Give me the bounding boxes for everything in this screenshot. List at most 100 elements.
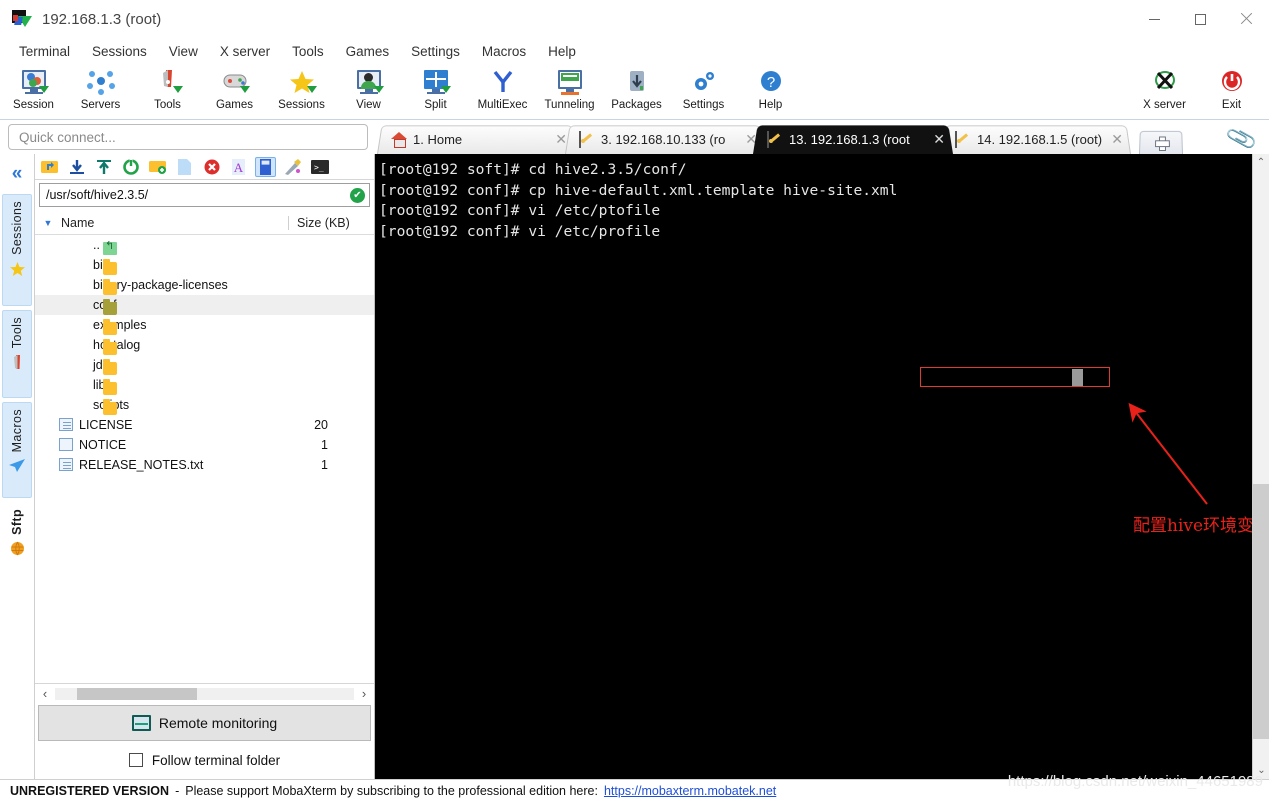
- menu-item-view[interactable]: View: [158, 42, 209, 61]
- help-question-icon: ?: [755, 69, 787, 97]
- menu-item-macros[interactable]: Macros: [471, 42, 537, 61]
- list-item[interactable]: hcatalog: [35, 335, 374, 355]
- swiss-knife-icon: [10, 354, 25, 374]
- tab-close-icon[interactable]: ✕: [1111, 131, 1123, 148]
- tab-label: 14. 192.168.1.5 (root): [977, 131, 1103, 147]
- file-list[interactable]: .. bin binary-package-licenses conf exam: [35, 235, 374, 683]
- remote-monitoring-button[interactable]: Remote monitoring: [38, 705, 371, 741]
- document-icon: [59, 458, 73, 471]
- column-header-size[interactable]: Size (KB): [288, 215, 374, 230]
- new-file-icon[interactable]: [174, 157, 195, 177]
- follow-terminal-folder-row[interactable]: Follow terminal folder: [35, 741, 374, 779]
- toolbar-servers-button[interactable]: Servers: [67, 66, 134, 111]
- sidebar-item-tools[interactable]: Tools: [2, 310, 32, 398]
- scrollbar-thumb[interactable]: [77, 687, 197, 700]
- vertical-scrollbar-thumb[interactable]: [1253, 484, 1269, 739]
- new-folder-icon[interactable]: [147, 157, 168, 177]
- terminal-panel[interactable]: [root@192 soft]# cd hive2.3.5/conf/ [roo…: [375, 154, 1269, 779]
- tab-close-icon[interactable]: ✕: [933, 131, 945, 148]
- list-item[interactable]: ..: [35, 235, 374, 255]
- annotation-arrow-icon: [1128, 402, 1208, 505]
- scroll-right-icon[interactable]: ›: [354, 686, 374, 701]
- toolbar-view-button[interactable]: View: [335, 66, 402, 111]
- quick-connect-input[interactable]: Quick connect...: [8, 124, 368, 150]
- mobaxterm-link[interactable]: https://mobaxterm.mobatek.net: [604, 784, 776, 798]
- toolbar-label: Tunneling: [544, 99, 595, 111]
- menu-item-x-server[interactable]: X server: [209, 42, 281, 61]
- toolbar-x-server-button[interactable]: X server: [1131, 66, 1198, 111]
- toolbar-packages-button[interactable]: Packages: [603, 66, 670, 111]
- toolbar-tools-button[interactable]: Tools: [134, 66, 201, 111]
- file-size: 20: [314, 418, 328, 432]
- list-item[interactable]: examples: [35, 315, 374, 335]
- tab-192-168-1-3[interactable]: 13. 192.168.1.3 (root ✕: [753, 124, 953, 154]
- refresh-icon[interactable]: [120, 157, 141, 177]
- path-bar[interactable]: /usr/soft/hive2.3.5/ ✔: [39, 183, 370, 207]
- open-terminal-icon[interactable]: >_: [309, 157, 330, 177]
- menu-item-games[interactable]: Games: [335, 42, 401, 61]
- add-tab-button[interactable]: [1139, 130, 1183, 154]
- terminal-vertical-scrollbar[interactable]: ⌃ ⌄: [1252, 154, 1269, 779]
- toolbar-sessions-button[interactable]: Sessions: [268, 66, 335, 111]
- list-item[interactable]: jdbc: [35, 355, 374, 375]
- menu-item-tools[interactable]: Tools: [281, 42, 335, 61]
- tab-home[interactable]: 1. Home ✕: [377, 124, 577, 154]
- toolbar-help-button[interactable]: ? Help: [737, 66, 804, 111]
- scroll-left-icon[interactable]: ‹: [35, 686, 55, 701]
- paperclip-icon[interactable]: 📎: [1224, 122, 1259, 156]
- terminal-line-1: [root@192 soft]# cd hive2.3.5/conf/: [379, 161, 687, 178]
- menu-bar: Terminal Sessions View X server Tools Ga…: [0, 38, 1269, 64]
- list-item[interactable]: LICENSE 20: [35, 415, 374, 435]
- column-header-name[interactable]: Name: [61, 216, 288, 230]
- menu-item-settings[interactable]: Settings: [400, 42, 471, 61]
- list-item[interactable]: RELEASE_NOTES.txt 1: [35, 455, 374, 475]
- file-name: RELEASE_NOTES.txt: [79, 458, 204, 472]
- file-browser-panel: A >_ /usr/soft/hive2.3.5/ ✔ ▼ Name Size …: [35, 154, 375, 779]
- minimize-button[interactable]: [1131, 0, 1177, 38]
- sidebar-item-sessions[interactable]: Sessions: [2, 194, 32, 306]
- menu-item-help[interactable]: Help: [537, 42, 587, 61]
- sort-arrow-icon[interactable]: ▼: [35, 218, 61, 228]
- sidebar-item-macros[interactable]: Macros: [2, 402, 32, 498]
- close-button[interactable]: [1223, 0, 1269, 38]
- list-item[interactable]: scripts: [35, 395, 374, 415]
- menu-item-sessions[interactable]: Sessions: [81, 42, 158, 61]
- text-mode-icon[interactable]: A: [228, 157, 249, 177]
- tab-192-168-10-133[interactable]: 3. 192.168.10.133 (ro ✕: [565, 124, 765, 154]
- download-icon[interactable]: [66, 157, 87, 177]
- upload-icon[interactable]: [93, 157, 114, 177]
- folder-icon: [103, 358, 117, 375]
- follow-terminal-folder-checkbox[interactable]: [128, 753, 143, 767]
- packages-icon: [621, 69, 653, 97]
- toolbar-split-button[interactable]: Split: [402, 66, 469, 111]
- toolbar-tunneling-button[interactable]: Tunneling: [536, 66, 603, 111]
- binary-mode-icon[interactable]: [255, 156, 276, 177]
- maximize-button[interactable]: [1177, 0, 1223, 38]
- left-rail: « Sessions Tools Macros Sftp: [0, 154, 35, 779]
- horizontal-scrollbar[interactable]: ‹ ›: [35, 683, 374, 703]
- go-up-icon[interactable]: [39, 157, 60, 177]
- toolbar-session-button[interactable]: Session: [0, 66, 67, 111]
- list-item[interactable]: lib: [35, 375, 374, 395]
- scrollbar-track[interactable]: [55, 687, 354, 700]
- menu-item-terminal[interactable]: Terminal: [8, 42, 81, 61]
- multiexec-icon: [487, 69, 519, 97]
- sidebar-item-sftp[interactable]: Sftp: [2, 502, 32, 578]
- collapse-sidebar-button[interactable]: «: [0, 154, 34, 194]
- toolbar-label: Packages: [611, 99, 662, 111]
- toolbar-settings-button[interactable]: Settings: [670, 66, 737, 111]
- list-item[interactable]: binary-package-licenses: [35, 275, 374, 295]
- tab-192-168-1-5[interactable]: 14. 192.168.1.5 (root) ✕: [941, 124, 1131, 154]
- edit-magic-icon[interactable]: [282, 157, 303, 177]
- title-bar: 192.168.1.3 (root): [0, 0, 1269, 38]
- list-item[interactable]: conf: [35, 295, 374, 315]
- toolbar-label: Sessions: [278, 99, 325, 111]
- toolbar-multiexec-button[interactable]: MultiExec: [469, 66, 536, 111]
- list-item[interactable]: bin: [35, 255, 374, 275]
- scroll-up-icon[interactable]: ⌃: [1253, 154, 1269, 171]
- folder-icon: [103, 258, 117, 275]
- toolbar-exit-button[interactable]: Exit: [1198, 66, 1265, 111]
- toolbar-games-button[interactable]: Games: [201, 66, 268, 111]
- list-item[interactable]: NOTICE 1: [35, 435, 374, 455]
- delete-icon[interactable]: [201, 157, 222, 177]
